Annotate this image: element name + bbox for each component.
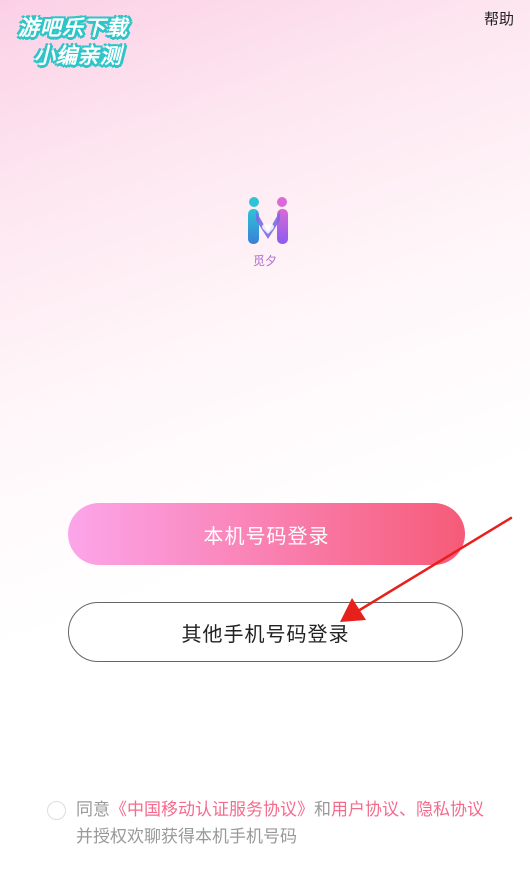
help-link[interactable]: 帮助 <box>484 8 514 29</box>
privacy-agreement-link[interactable]: 隐私协议 <box>416 800 484 820</box>
watermark-line-2: 小编亲测 <box>34 44 122 68</box>
agreement-text: 同意《中国移动认证服务协议》和用户协议、隐私协议并授权欢聊获得本机手机号码 <box>76 797 496 851</box>
other-number-login-button[interactable]: 其他手机号码登录 <box>68 602 463 662</box>
cmcc-auth-agreement-link[interactable]: 《中国移动认证服务协议》 <box>110 800 314 820</box>
agreement-prefix: 同意 <box>76 800 110 820</box>
app-name: 觅夕 <box>252 254 277 268</box>
agreement-checkbox[interactable] <box>47 801 66 820</box>
watermark-line-1: 游吧乐下载 <box>18 16 128 40</box>
annotation-arrow <box>340 516 513 622</box>
agreement-separator: 、 <box>399 800 416 820</box>
agreement-and: 和 <box>314 800 331 820</box>
local-number-login-button[interactable]: 本机号码登录 <box>68 503 465 565</box>
m-logo-icon <box>248 197 288 244</box>
user-agreement-link[interactable]: 用户协议 <box>331 800 399 820</box>
agreement-suffix: 并授权欢聊获得本机手机号码 <box>76 827 297 847</box>
watermark-logo: 游吧乐下载 小编亲测 <box>10 6 150 68</box>
